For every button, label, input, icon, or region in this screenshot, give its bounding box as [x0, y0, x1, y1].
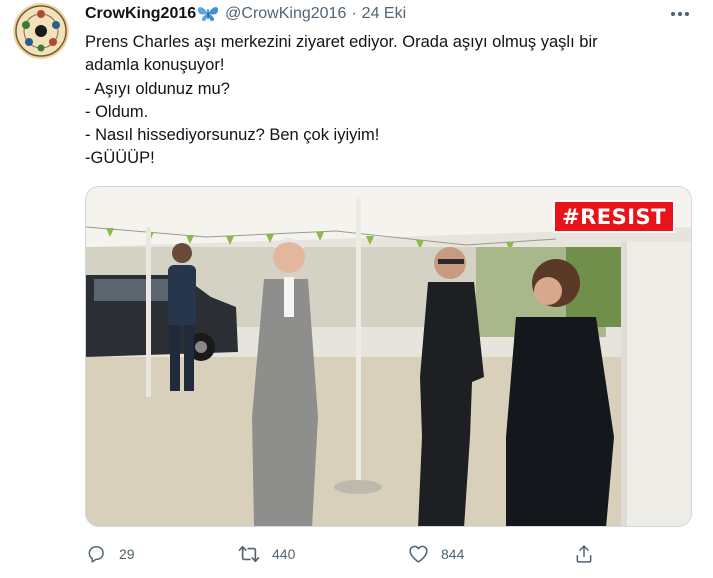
heart-icon: [407, 543, 429, 565]
butterfly-icon: [197, 5, 219, 23]
tweet-text-line: Prens Charles aşı merkezini ziyaret ediy…: [85, 33, 598, 51]
tweet-text-line: - Nasıl hissediyorsunuz? Ben çok iyiyim!: [85, 126, 380, 145]
like-button[interactable]: 844: [407, 540, 464, 568]
video-frame: [86, 187, 691, 526]
tweet-media-video[interactable]: #RESIST: [85, 186, 692, 527]
more-icon[interactable]: [669, 4, 691, 24]
tweet-text-line: -GÜÜÜP!: [85, 149, 155, 168]
tweet-text-line: - Oldum.: [85, 102, 149, 121]
tweet-text: Prens Charles aşı merkezini ziyaret ediy…: [85, 31, 675, 171]
avatar[interactable]: [13, 3, 69, 59]
tweet-text-line: adamla konuşuyor!: [85, 56, 225, 75]
tweet-date[interactable]: 24 Eki: [362, 5, 406, 23]
user-handle[interactable]: @CrowKing2016: [225, 5, 346, 23]
tweet-text-line: - Aşıyı oldunuz mu?: [85, 79, 230, 98]
tweet-actions: 29 440 844: [85, 540, 605, 568]
retweet-button[interactable]: 440: [238, 540, 295, 568]
like-count: 844: [441, 546, 465, 562]
display-name[interactable]: CrowKing2016: [85, 5, 196, 23]
resist-badge: #RESIST: [553, 200, 675, 233]
share-button[interactable]: [573, 540, 595, 568]
retweet-count: 440: [272, 546, 296, 562]
reply-count: 29: [119, 546, 135, 562]
reply-button[interactable]: 29: [85, 540, 135, 568]
tweet-header: CrowKing2016 @CrowKing2016 · 24 Eki: [85, 3, 406, 25]
reply-icon: [85, 543, 107, 565]
separator-dot: ·: [351, 5, 357, 22]
tweet[interactable]: CrowKing2016 @CrowKing2016 · 24 Eki Pren…: [0, 0, 713, 578]
share-icon: [573, 543, 595, 565]
retweet-icon: [238, 543, 260, 565]
